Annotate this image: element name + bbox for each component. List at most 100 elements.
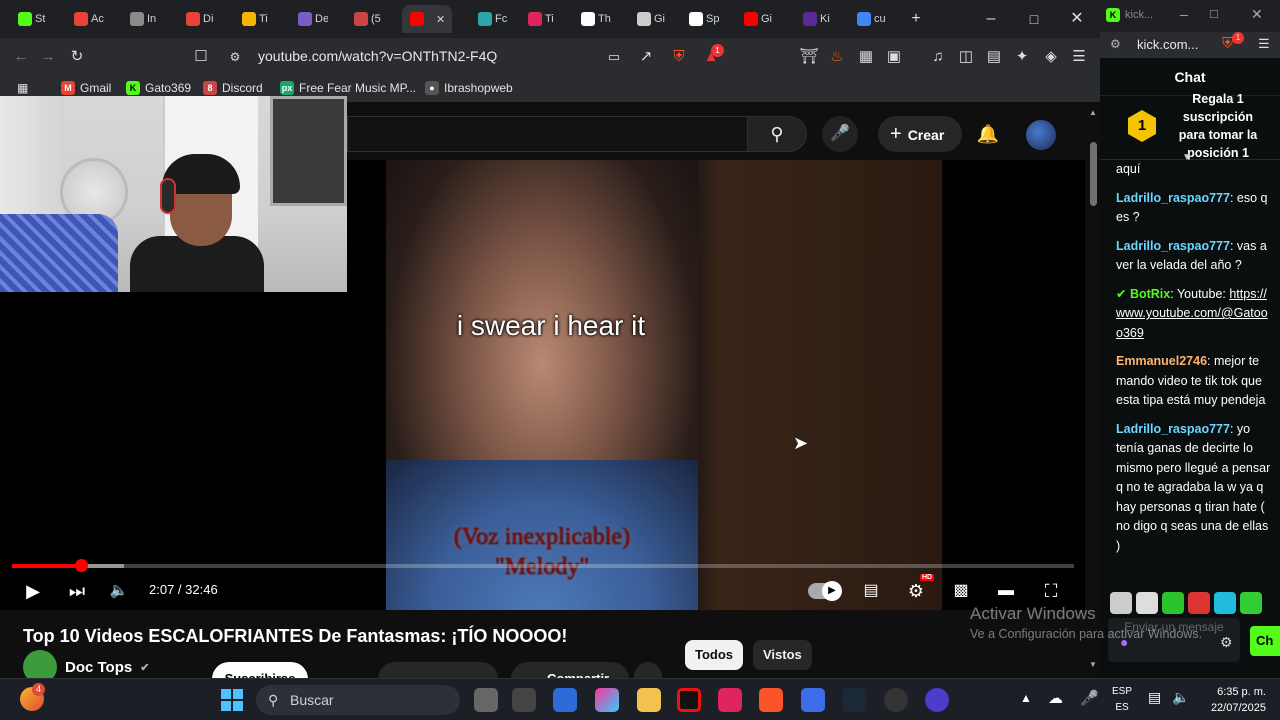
app-icon[interactable] xyxy=(801,688,825,712)
sidebar-icon[interactable]: ◫ xyxy=(956,47,976,67)
bookmark-free-fear-music[interactable]: px Free Fear Music MP... xyxy=(280,81,416,95)
system-clock[interactable]: 6:35 p. m. 22/07/2025 xyxy=(1200,684,1266,716)
search-icon[interactable]: ⚲ xyxy=(747,116,807,152)
play-icon[interactable]: ▶ xyxy=(20,578,46,604)
network-icon[interactable]: ▤ xyxy=(1148,689,1161,706)
browser-tab[interactable]: Ki xyxy=(795,5,833,33)
emote-icon[interactable] xyxy=(1162,592,1184,614)
channel-name[interactable]: Doc Tops xyxy=(65,659,132,676)
browser-tab[interactable]: Ti xyxy=(234,5,272,33)
cast-icon[interactable]: ▭ xyxy=(604,47,624,67)
microphone-icon[interactable]: 🎤 xyxy=(822,116,858,152)
browser-tab[interactable]: Th xyxy=(573,5,611,33)
minimize-button[interactable]: – xyxy=(980,8,1002,30)
browser-tab[interactable]: Ti xyxy=(520,5,558,33)
address-bar[interactable]: youtube.com/watch?v=ONThTN2-F4Q xyxy=(258,48,497,64)
volume-icon[interactable]: 🔈 xyxy=(106,578,132,604)
emote-icon[interactable] xyxy=(1214,592,1236,614)
browser-tab[interactable]: Ac xyxy=(66,5,104,33)
kick-url[interactable]: kick.com... xyxy=(1137,37,1198,52)
browser-tab[interactable]: De xyxy=(290,5,328,33)
obs-icon[interactable] xyxy=(884,688,908,712)
opera-icon[interactable] xyxy=(677,688,701,712)
new-tab-button[interactable]: + xyxy=(905,8,927,30)
chat-username[interactable]: Ladrillo_raspao777 xyxy=(1116,239,1230,253)
bookmark-gmail[interactable]: M Gmail xyxy=(61,81,111,95)
minimize-button[interactable]: – xyxy=(1180,6,1188,22)
channel-info[interactable]: Doc Tops ✔ xyxy=(23,650,149,684)
file-explorer-icon[interactable] xyxy=(637,688,661,712)
brave-shield-icon[interactable]: ⛨ xyxy=(669,47,689,67)
menu-icon[interactable]: ☰ xyxy=(1258,36,1270,52)
settings-gear-icon[interactable]: ⚙ xyxy=(903,578,929,604)
scroll-down-icon[interactable]: ▼ xyxy=(1089,660,1097,669)
microphone-icon[interactable]: 🎤 xyxy=(1080,689,1099,707)
language-indicator[interactable]: ESP ES xyxy=(1112,684,1132,716)
menu-icon[interactable]: ☰ xyxy=(1069,47,1089,67)
progress-scrubber[interactable] xyxy=(75,559,89,572)
chip-todos[interactable]: Todos xyxy=(685,640,744,670)
taskbar-search[interactable]: ⚲ Buscar xyxy=(256,685,460,715)
app-circle-icon[interactable] xyxy=(925,688,949,712)
chat-username[interactable]: Emmanuel2746 xyxy=(1116,354,1207,368)
fullscreen-icon[interactable]: ⛶ xyxy=(1038,578,1064,604)
page-scrollbar[interactable]: ▲ ▼ xyxy=(1087,102,1100,678)
brave-icon[interactable] xyxy=(759,688,783,712)
music-icon[interactable]: ♫ xyxy=(928,47,948,67)
create-button[interactable]: + Crear xyxy=(878,116,962,152)
tiktok-icon[interactable] xyxy=(718,688,742,712)
steam-icon[interactable] xyxy=(842,688,866,712)
chat-settings-icon[interactable]: ⚙ xyxy=(1220,634,1233,651)
fire-extension-icon[interactable]: ♨ xyxy=(827,47,847,67)
apps-grid-icon[interactable]: ▦ xyxy=(17,81,28,95)
emote-icon[interactable] xyxy=(1110,592,1132,614)
windows-start-icon[interactable] xyxy=(220,688,244,712)
bookmark-ibrashopweb[interactable]: ● Ibrashopweb xyxy=(425,81,513,95)
volume-icon[interactable]: 🔈 xyxy=(1172,689,1189,706)
theater-mode-icon[interactable]: ▬ xyxy=(993,578,1019,604)
autoplay-toggle[interactable]: ▶ xyxy=(808,581,842,601)
site-settings-icon[interactable]: ⚙ xyxy=(1110,37,1121,51)
back-icon[interactable]: ← xyxy=(11,47,31,67)
chat-send-button[interactable]: Ch xyxy=(1250,626,1280,656)
close-window-button[interactable]: ✕ xyxy=(1066,8,1088,30)
store-icon[interactable] xyxy=(553,688,577,712)
screenshot-icon[interactable]: ▣ xyxy=(884,47,904,67)
shield-extension-icon[interactable]: ⛩ xyxy=(799,47,819,67)
extensions-puzzle-icon[interactable]: ▦ xyxy=(856,47,876,67)
browser-tab[interactable]: In xyxy=(122,5,160,33)
onedrive-icon[interactable]: ☁ xyxy=(1048,689,1063,707)
notifications-bell-icon[interactable]: 🔔 xyxy=(976,122,1000,146)
emote-icon[interactable] xyxy=(1136,592,1158,614)
browser-tab[interactable]: Gi xyxy=(736,5,774,33)
leo-ai-icon[interactable]: ✦ xyxy=(1012,47,1032,67)
chat-username[interactable]: BotRix xyxy=(1130,287,1170,301)
browser-tab[interactable]: Sp xyxy=(681,5,719,33)
chip-vistos[interactable]: Vistos xyxy=(753,640,812,670)
scrollbar-thumb[interactable] xyxy=(1090,142,1097,206)
forward-icon[interactable]: → xyxy=(38,47,58,67)
close-tab-icon[interactable]: ✕ xyxy=(436,13,445,26)
task-view-icon[interactable] xyxy=(474,688,498,712)
scroll-up-icon[interactable]: ▲ xyxy=(1089,108,1097,117)
progress-bar[interactable] xyxy=(12,559,1074,572)
bookmark-discord[interactable]: 8 Discord xyxy=(203,81,263,95)
emote-icon[interactable] xyxy=(1240,592,1262,614)
copilot-icon[interactable] xyxy=(512,688,536,712)
browser-tab[interactable]: cu xyxy=(849,5,887,33)
show-hidden-icons-chevron[interactable]: ▲ xyxy=(1020,691,1032,705)
vpn-icon[interactable]: ◈ xyxy=(1041,47,1061,67)
copilot-app-icon[interactable] xyxy=(595,688,619,712)
subtitles-icon[interactable]: ▤ xyxy=(858,578,884,604)
wallet-icon[interactable]: ▤ xyxy=(984,47,1004,67)
bookmark-gato369[interactable]: K Gato369 xyxy=(126,81,191,95)
miniplayer-icon[interactable]: ▩ xyxy=(948,578,974,604)
pinned-gift-banner[interactable]: 1 Regala 1 suscripción para tomar la pos… xyxy=(1100,92,1280,163)
bookmark-icon[interactable]: ☐ xyxy=(191,47,211,67)
share-icon[interactable]: ↗ xyxy=(636,47,656,67)
close-window-button[interactable]: ✕ xyxy=(1251,6,1263,23)
maximize-button[interactable]: □ xyxy=(1023,8,1045,30)
next-icon[interactable]: ⏭ xyxy=(64,578,90,604)
account-avatar[interactable] xyxy=(1026,120,1056,150)
chat-username[interactable]: Ladrillo_raspao777 xyxy=(1116,191,1230,205)
